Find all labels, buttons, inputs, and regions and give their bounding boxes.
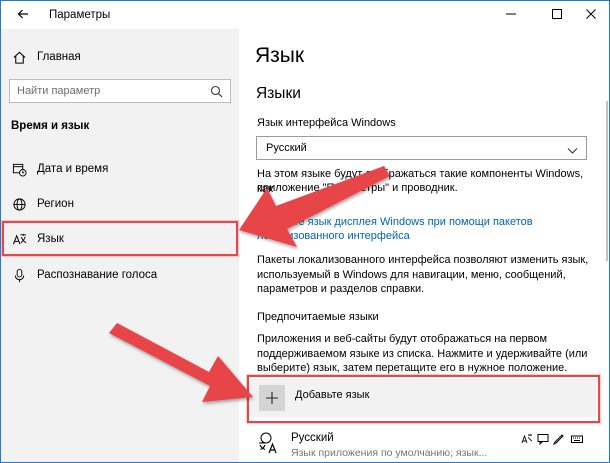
preferred-languages-label: Предпочитаемые языки	[257, 311, 379, 323]
handwriting-feature-icon	[552, 432, 565, 446]
add-display-language-link-cont[interactable]: локализованного интерфейса	[257, 229, 577, 243]
sidebar-item-label: Дата и время	[37, 163, 109, 175]
maximize-button[interactable]	[539, 3, 575, 25]
globe-icon	[11, 196, 27, 212]
chevron-down-icon	[567, 143, 578, 154]
close-button[interactable]	[573, 3, 609, 25]
minimize-icon	[506, 13, 516, 15]
language-packs-desc: Пакеты локализованного интерфейса позвол…	[257, 254, 589, 295]
language-glyph-icon	[257, 431, 281, 455]
add-display-language-link[interactable]: Добавьте язык дисплея Windows при помощи…	[257, 215, 577, 229]
microphone-icon	[11, 267, 27, 283]
ui-language-value: Русский	[266, 142, 307, 154]
page-title: Язык	[255, 44, 305, 67]
sidebar: Главная Найти параметр Время и язык Дата…	[1, 29, 239, 462]
preferred-languages-desc: Приложения и веб-сайты будут отображатьс…	[257, 333, 588, 374]
ui-language-label: Язык интерфейса Windows	[257, 117, 396, 129]
scrollbar-thumb[interactable]	[606, 101, 608, 261]
settings-window: Параметры Главная Найти параметр Время и…	[0, 0, 610, 463]
ui-language-select[interactable]: Русский	[256, 136, 587, 160]
language-icon	[11, 231, 27, 247]
add-language-label: Добавьте язык	[295, 389, 370, 401]
sidebar-item-home[interactable]: Главная	[1, 39, 239, 75]
display-language-icon	[521, 432, 533, 444]
title-bar: Параметры	[1, 1, 609, 29]
add-language-button[interactable]: Добавьте язык	[249, 379, 597, 417]
calendar-clock-icon	[11, 161, 27, 177]
sidebar-item-date-time[interactable]: Дата и время	[1, 151, 239, 187]
window-title: Параметры	[49, 9, 111, 21]
minimize-button[interactable]	[493, 3, 529, 25]
sidebar-item-label: Регион	[37, 198, 74, 210]
home-icon	[11, 49, 27, 65]
close-icon	[586, 9, 596, 19]
main-content: Язык Языки Язык интерфейса Windows Русск…	[239, 29, 609, 462]
sidebar-section-title: Время и язык	[11, 120, 90, 132]
ui-language-desc-line2: приложение "Параметры" и проводник.	[257, 182, 458, 194]
search-icon[interactable]	[210, 85, 223, 98]
language-subtitle: Язык приложения по умолчанию; язык...	[291, 447, 488, 459]
installed-language-item[interactable]: Русский Язык приложения по умолчанию; яз…	[249, 427, 599, 462]
sidebar-item-label: Распознавание голоса	[37, 269, 158, 281]
language-name: Русский	[291, 432, 334, 444]
sidebar-item-label: Главная	[37, 51, 81, 63]
back-arrow-icon[interactable]	[15, 6, 31, 22]
sidebar-item-label: Язык	[37, 233, 64, 245]
speech-feature-icon	[537, 432, 549, 446]
search-placeholder: Найти параметр	[17, 85, 101, 97]
languages-heading: Языки	[256, 85, 301, 102]
sidebar-item-speech[interactable]: Распознавание голоса	[1, 257, 239, 293]
keyboard-feature-icon	[571, 432, 583, 444]
search-input[interactable]: Найти параметр	[9, 79, 231, 103]
sidebar-item-region[interactable]: Регион	[1, 186, 239, 222]
sidebar-item-language[interactable]: Язык	[1, 221, 239, 257]
maximize-icon	[552, 9, 562, 19]
plus-icon	[259, 385, 285, 411]
